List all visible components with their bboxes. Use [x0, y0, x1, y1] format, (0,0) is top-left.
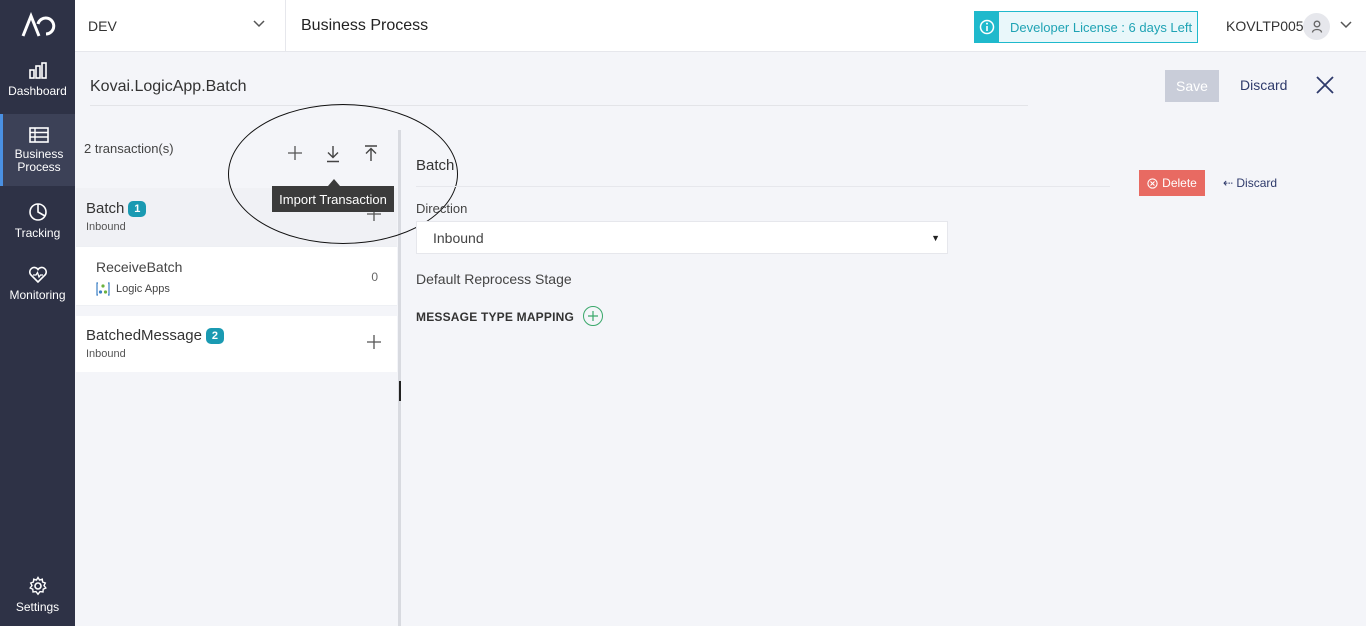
sidebar-item-label: Settings: [15, 600, 60, 614]
delete-label: Delete: [1162, 176, 1197, 190]
group-title: BatchedMessage 2: [86, 327, 224, 344]
group-title: Batch 1: [86, 200, 147, 217]
undo-icon: ⇠: [1223, 176, 1237, 190]
direction-label: Direction: [416, 201, 468, 216]
gear-icon: [28, 576, 47, 596]
discard-label: Discard: [1236, 176, 1278, 190]
close-icon[interactable]: [1315, 75, 1335, 95]
chevron-down-icon: [253, 20, 265, 28]
discard-section-button[interactable]: ⇠ Discard: [1223, 176, 1277, 190]
export-icon[interactable]: [364, 145, 378, 163]
pie-chart-icon: [28, 203, 47, 221]
license-banner[interactable]: Developer License : 6 days Left: [974, 11, 1198, 43]
record-name-field[interactable]: Kovai.LogicApp.Batch: [90, 74, 1028, 106]
transaction-group[interactable]: BatchedMessage 2 Inbound: [76, 316, 397, 372]
item-type-label: Logic Apps: [116, 283, 170, 295]
page-title: Business Process: [301, 17, 429, 34]
top-bar: DEV Business Process Developer License :…: [75, 0, 1366, 52]
chevron-down-icon[interactable]: [1340, 21, 1352, 29]
avatar[interactable]: [1303, 13, 1330, 40]
info-icon: [975, 12, 999, 42]
list-item[interactable]: ReceiveBatch Logic Apps 0: [76, 246, 397, 306]
delete-button[interactable]: Delete: [1139, 170, 1205, 196]
logic-apps-icon: [96, 282, 110, 296]
environment-dropdown[interactable]: DEV: [75, 0, 286, 52]
save-button[interactable]: Save: [1165, 70, 1219, 102]
sidebar-item-label: Tracking: [14, 226, 61, 240]
app-logo[interactable]: [0, 0, 75, 52]
sidebar-item-dashboard[interactable]: Dashboard: [0, 62, 75, 112]
add-icon[interactable]: [367, 335, 381, 349]
item-count: 0: [371, 270, 378, 284]
heart-pulse-icon: [28, 266, 47, 284]
group-name: Batch: [86, 200, 125, 217]
add-transaction-icon[interactable]: [288, 145, 302, 161]
sidebar-item-monitoring[interactable]: Monitoring: [0, 266, 75, 310]
tooltip-arrow: [328, 179, 340, 186]
reprocess-stage-label: Default Reprocess Stage: [416, 271, 572, 287]
dashboard-icon: [28, 62, 47, 79]
count-badge: 1: [128, 201, 147, 217]
panel-splitter[interactable]: [398, 130, 401, 626]
transaction-count: 2 transaction(s): [84, 141, 174, 156]
sidebar-item-business-process[interactable]: Business Process: [0, 114, 75, 186]
sidebar-item-tracking[interactable]: Tracking: [0, 202, 75, 246]
license-text: Developer License : 6 days Left: [1010, 19, 1193, 35]
plus-icon: [588, 311, 598, 321]
import-icon[interactable]: [326, 145, 340, 163]
item-type: Logic Apps: [96, 282, 170, 296]
environment-value: DEV: [88, 18, 117, 34]
add-mapping-button[interactable]: [583, 306, 603, 326]
discard-button[interactable]: Discard: [1240, 77, 1287, 93]
section-title: Batch: [416, 157, 1110, 187]
delete-circle-icon: [1147, 177, 1158, 189]
message-type-mapping-label: MESSAGE TYPE MAPPING: [416, 310, 575, 324]
direction-value: Inbound: [433, 229, 484, 246]
item-name: ReceiveBatch: [96, 259, 183, 275]
caret-down-icon: ▼: [931, 233, 940, 243]
list-icon: [29, 127, 49, 143]
sidebar-item-label: Monitoring: [9, 288, 66, 302]
sidebar: Dashboard Business Process Tracking Moni…: [0, 0, 75, 626]
group-direction: Inbound: [86, 221, 126, 233]
sidebar-item-settings[interactable]: Settings: [0, 576, 75, 620]
group-direction: Inbound: [86, 348, 126, 360]
count-badge: 2: [205, 328, 224, 344]
user-name[interactable]: KOVLTP005: [1226, 18, 1304, 34]
logo-icon: [21, 12, 55, 37]
tooltip: Import Transaction: [272, 186, 394, 212]
sidebar-item-label: Business Process: [14, 147, 64, 174]
user-icon: [1311, 20, 1322, 33]
group-name: BatchedMessage: [86, 327, 202, 344]
direction-select[interactable]: Inbound ▼: [416, 221, 948, 254]
sidebar-item-label: Dashboard: [8, 84, 67, 98]
splitter-handle[interactable]: [399, 381, 401, 401]
